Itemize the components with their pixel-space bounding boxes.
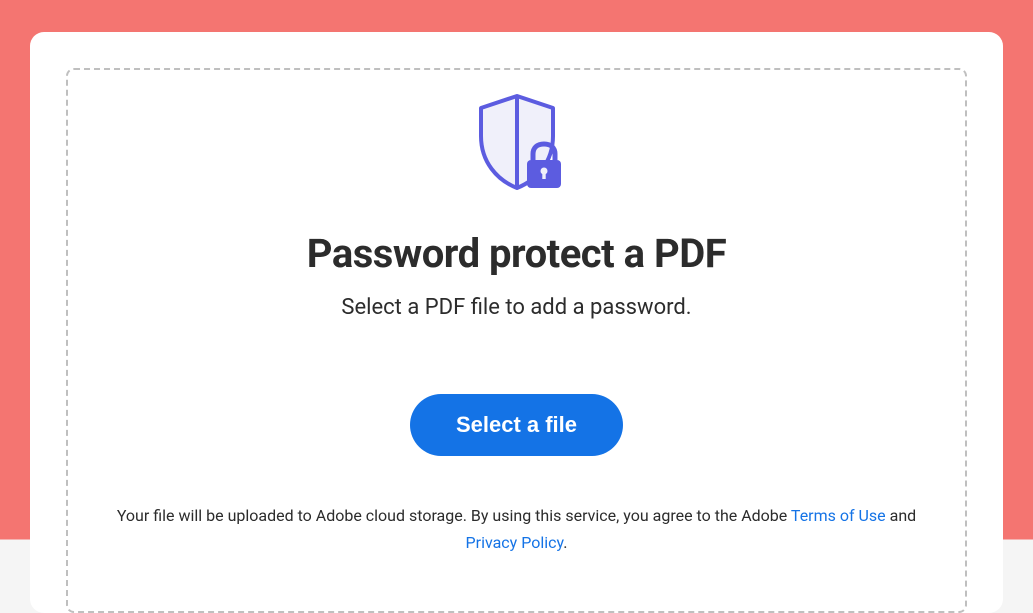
page-subtitle: Select a PDF file to add a password. [341,295,691,320]
shield-lock-icon [467,92,567,192]
legal-prefix: Your file will be uploaded to Adobe clou… [117,506,791,525]
page-title: Password protect a PDF [307,230,726,277]
terms-of-use-link[interactable]: Terms of Use [791,506,886,525]
legal-suffix: . [563,533,567,552]
dropzone[interactable]: Password protect a PDF Select a PDF file… [66,68,967,613]
legal-and: and [886,506,917,525]
privacy-policy-link[interactable]: Privacy Policy [466,533,564,552]
legal-text: Your file will be uploaded to Adobe clou… [117,502,917,556]
upload-card: Password protect a PDF Select a PDF file… [30,32,1003,613]
select-file-button[interactable]: Select a file [410,394,623,456]
